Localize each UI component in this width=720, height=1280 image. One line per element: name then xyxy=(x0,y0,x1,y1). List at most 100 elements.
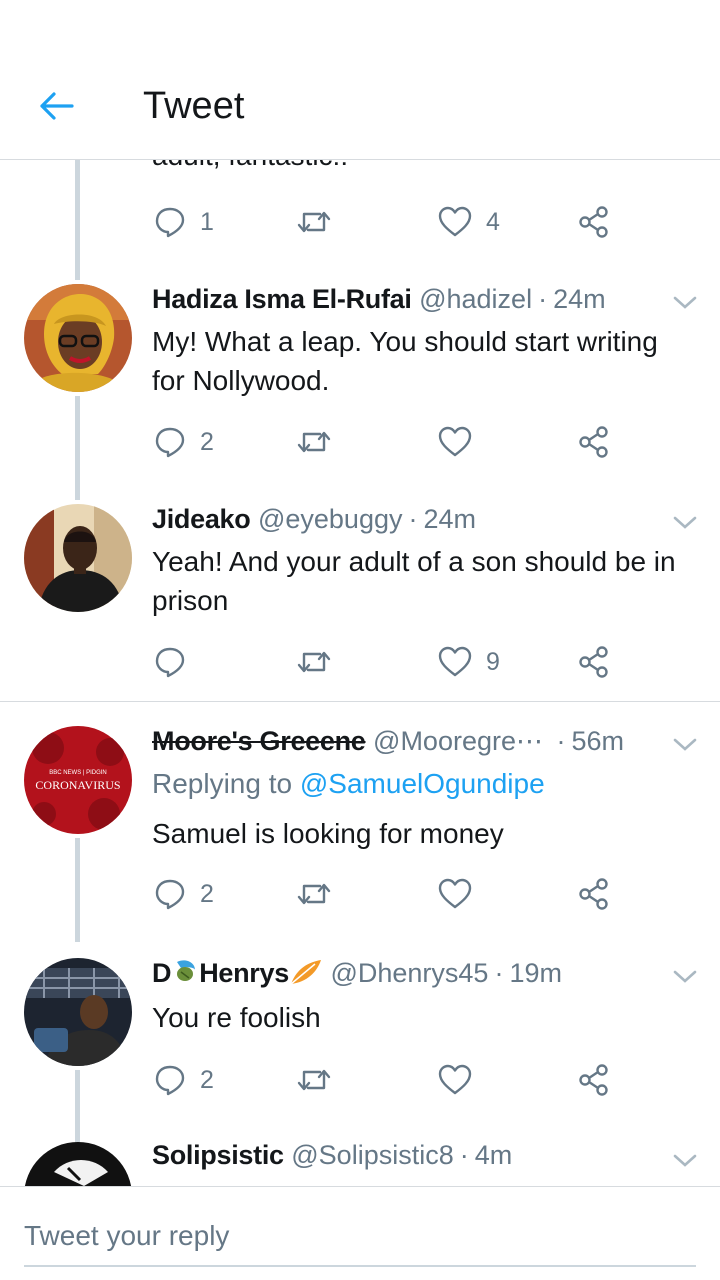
mention-link[interactable]: @SamuelOgundipe xyxy=(300,768,545,799)
author-handle[interactable]: @Solipsistic8 xyxy=(291,1140,453,1170)
tweet-header: D Henrys @Dhenrys45 · 19m xyxy=(152,958,562,988)
retweet-icon xyxy=(297,883,331,905)
tweet-text: You re foolish xyxy=(152,1002,321,1033)
reply-composer xyxy=(0,1186,720,1280)
reply-button[interactable]: 2 xyxy=(154,420,214,464)
retweet-button[interactable] xyxy=(296,200,332,244)
tweet-actions: 9 xyxy=(152,640,622,684)
chevron-down-icon[interactable] xyxy=(672,968,698,986)
reply-button[interactable]: 2 xyxy=(154,872,214,916)
retweet-button[interactable] xyxy=(296,640,332,684)
like-button[interactable] xyxy=(438,420,472,464)
tweet-header: Jideako @eyebuggy · 24m xyxy=(152,504,477,534)
like-button[interactable] xyxy=(438,872,472,916)
retweet-icon xyxy=(297,211,331,233)
author-name[interactable]: Jideako xyxy=(152,504,251,534)
avatar[interactable]: BBC NEWS | PIDGIN CORONAVIRUS xyxy=(24,726,132,834)
cut-off-tweet-text: adult, fantastic!! xyxy=(152,160,348,172)
tweet-header: Moore's Greeene @Mooregre⋯ · 56m xyxy=(152,726,625,756)
tweet-text: Yeah! And your adult of a son should be … xyxy=(152,546,676,616)
reply-icon xyxy=(155,427,185,458)
avatar-caption: BBC NEWS | PIDGIN xyxy=(49,770,107,776)
retweet-button[interactable] xyxy=(296,872,332,916)
retweet-button[interactable] xyxy=(296,1058,332,1102)
share-icon xyxy=(579,646,608,678)
tweet-time: 56m xyxy=(571,726,625,756)
avatar[interactable] xyxy=(24,284,132,392)
like-count: 4 xyxy=(486,207,500,236)
like-button[interactable]: 4 xyxy=(438,200,500,244)
tweet-actions: 1 4 xyxy=(152,200,622,244)
replying-to: Replying to @SamuelOgundipe xyxy=(152,768,545,800)
leaf-emoji-icon xyxy=(290,960,321,985)
tweet-header: Hadiza Isma El-Rufai @hadizel · 24m xyxy=(152,284,606,314)
like-count: 9 xyxy=(486,647,500,676)
avatar[interactable] xyxy=(24,504,132,612)
chevron-down-icon[interactable] xyxy=(672,736,698,754)
share-button[interactable] xyxy=(578,200,610,244)
tweet-header: Solipsistic @Solipsistic8 · 4m xyxy=(152,1140,513,1170)
reply-icon xyxy=(155,879,185,910)
thread-line xyxy=(75,160,80,280)
author-handle[interactable]: @Mooregre⋯ xyxy=(373,726,543,756)
tweet-feed[interactable]: adult, fantastic!! 1 4 xyxy=(0,160,720,1186)
author-name[interactable]: Moore's Greeene xyxy=(152,726,366,756)
author-handle[interactable]: @Dhenrys45 xyxy=(330,958,488,988)
heart-icon xyxy=(438,1064,472,1095)
reply-count: 2 xyxy=(200,427,214,456)
like-button[interactable] xyxy=(438,1058,472,1102)
share-button[interactable] xyxy=(578,420,610,464)
share-button[interactable] xyxy=(578,872,610,916)
reply-icon xyxy=(155,647,185,678)
reply-count: 2 xyxy=(200,879,214,908)
share-icon xyxy=(579,206,608,238)
tea-emoji-icon xyxy=(177,960,196,981)
thread-line xyxy=(75,838,80,942)
avatar[interactable] xyxy=(24,958,132,1066)
heart-icon xyxy=(438,646,472,677)
author-handle[interactable]: @eyebuggy xyxy=(258,504,403,534)
reply-icon xyxy=(155,1065,185,1096)
share-button[interactable] xyxy=(578,1058,610,1102)
chevron-down-icon[interactable] xyxy=(672,514,698,532)
retweet-button[interactable] xyxy=(296,420,332,464)
share-icon xyxy=(579,878,608,910)
author-name[interactable]: Hadiza Isma El-Rufai xyxy=(152,284,412,314)
chevron-down-icon[interactable] xyxy=(672,294,698,312)
app-header: Tweet xyxy=(0,0,720,160)
reply-icon xyxy=(155,207,185,238)
tweet-text: My! What a leap. You should start writin… xyxy=(152,326,658,396)
reply-input[interactable] xyxy=(24,1207,696,1267)
replying-prefix: Replying to xyxy=(152,768,293,799)
author-handle[interactable]: @hadizel xyxy=(419,284,532,314)
retweet-icon xyxy=(297,431,331,453)
heart-icon xyxy=(438,878,472,909)
avatar-label: CORONAVIRUS xyxy=(35,778,121,792)
tweet-time: 4m xyxy=(474,1140,513,1170)
reply-button[interactable]: 1 xyxy=(154,200,214,244)
share-icon xyxy=(579,426,608,458)
share-icon xyxy=(579,1064,608,1096)
thread-line xyxy=(75,396,80,500)
author-name-rest[interactable]: Henrys xyxy=(199,958,289,988)
author-name[interactable]: D xyxy=(152,958,172,988)
reply-button[interactable] xyxy=(154,640,186,684)
share-button[interactable] xyxy=(578,640,610,684)
chevron-down-icon[interactable] xyxy=(672,1152,698,1170)
retweet-icon xyxy=(297,1069,331,1091)
tweet-actions: 2 xyxy=(152,420,622,464)
heart-icon xyxy=(438,206,472,237)
avatar[interactable] xyxy=(24,1142,132,1186)
author-name[interactable]: Solipsistic xyxy=(152,1140,284,1170)
heart-icon xyxy=(438,426,472,457)
divider xyxy=(0,701,720,702)
tweet-text: Samuel is looking for money xyxy=(152,818,504,849)
tweet-time: 19m xyxy=(509,958,562,988)
tweet-actions: 2 xyxy=(152,872,622,916)
reply-count: 2 xyxy=(200,1065,214,1094)
tweet-actions: 2 xyxy=(152,1058,622,1102)
like-button[interactable]: 9 xyxy=(438,640,500,684)
tweet-time: 24m xyxy=(553,284,606,314)
reply-button[interactable]: 2 xyxy=(154,1058,214,1102)
back-button[interactable] xyxy=(34,84,78,128)
